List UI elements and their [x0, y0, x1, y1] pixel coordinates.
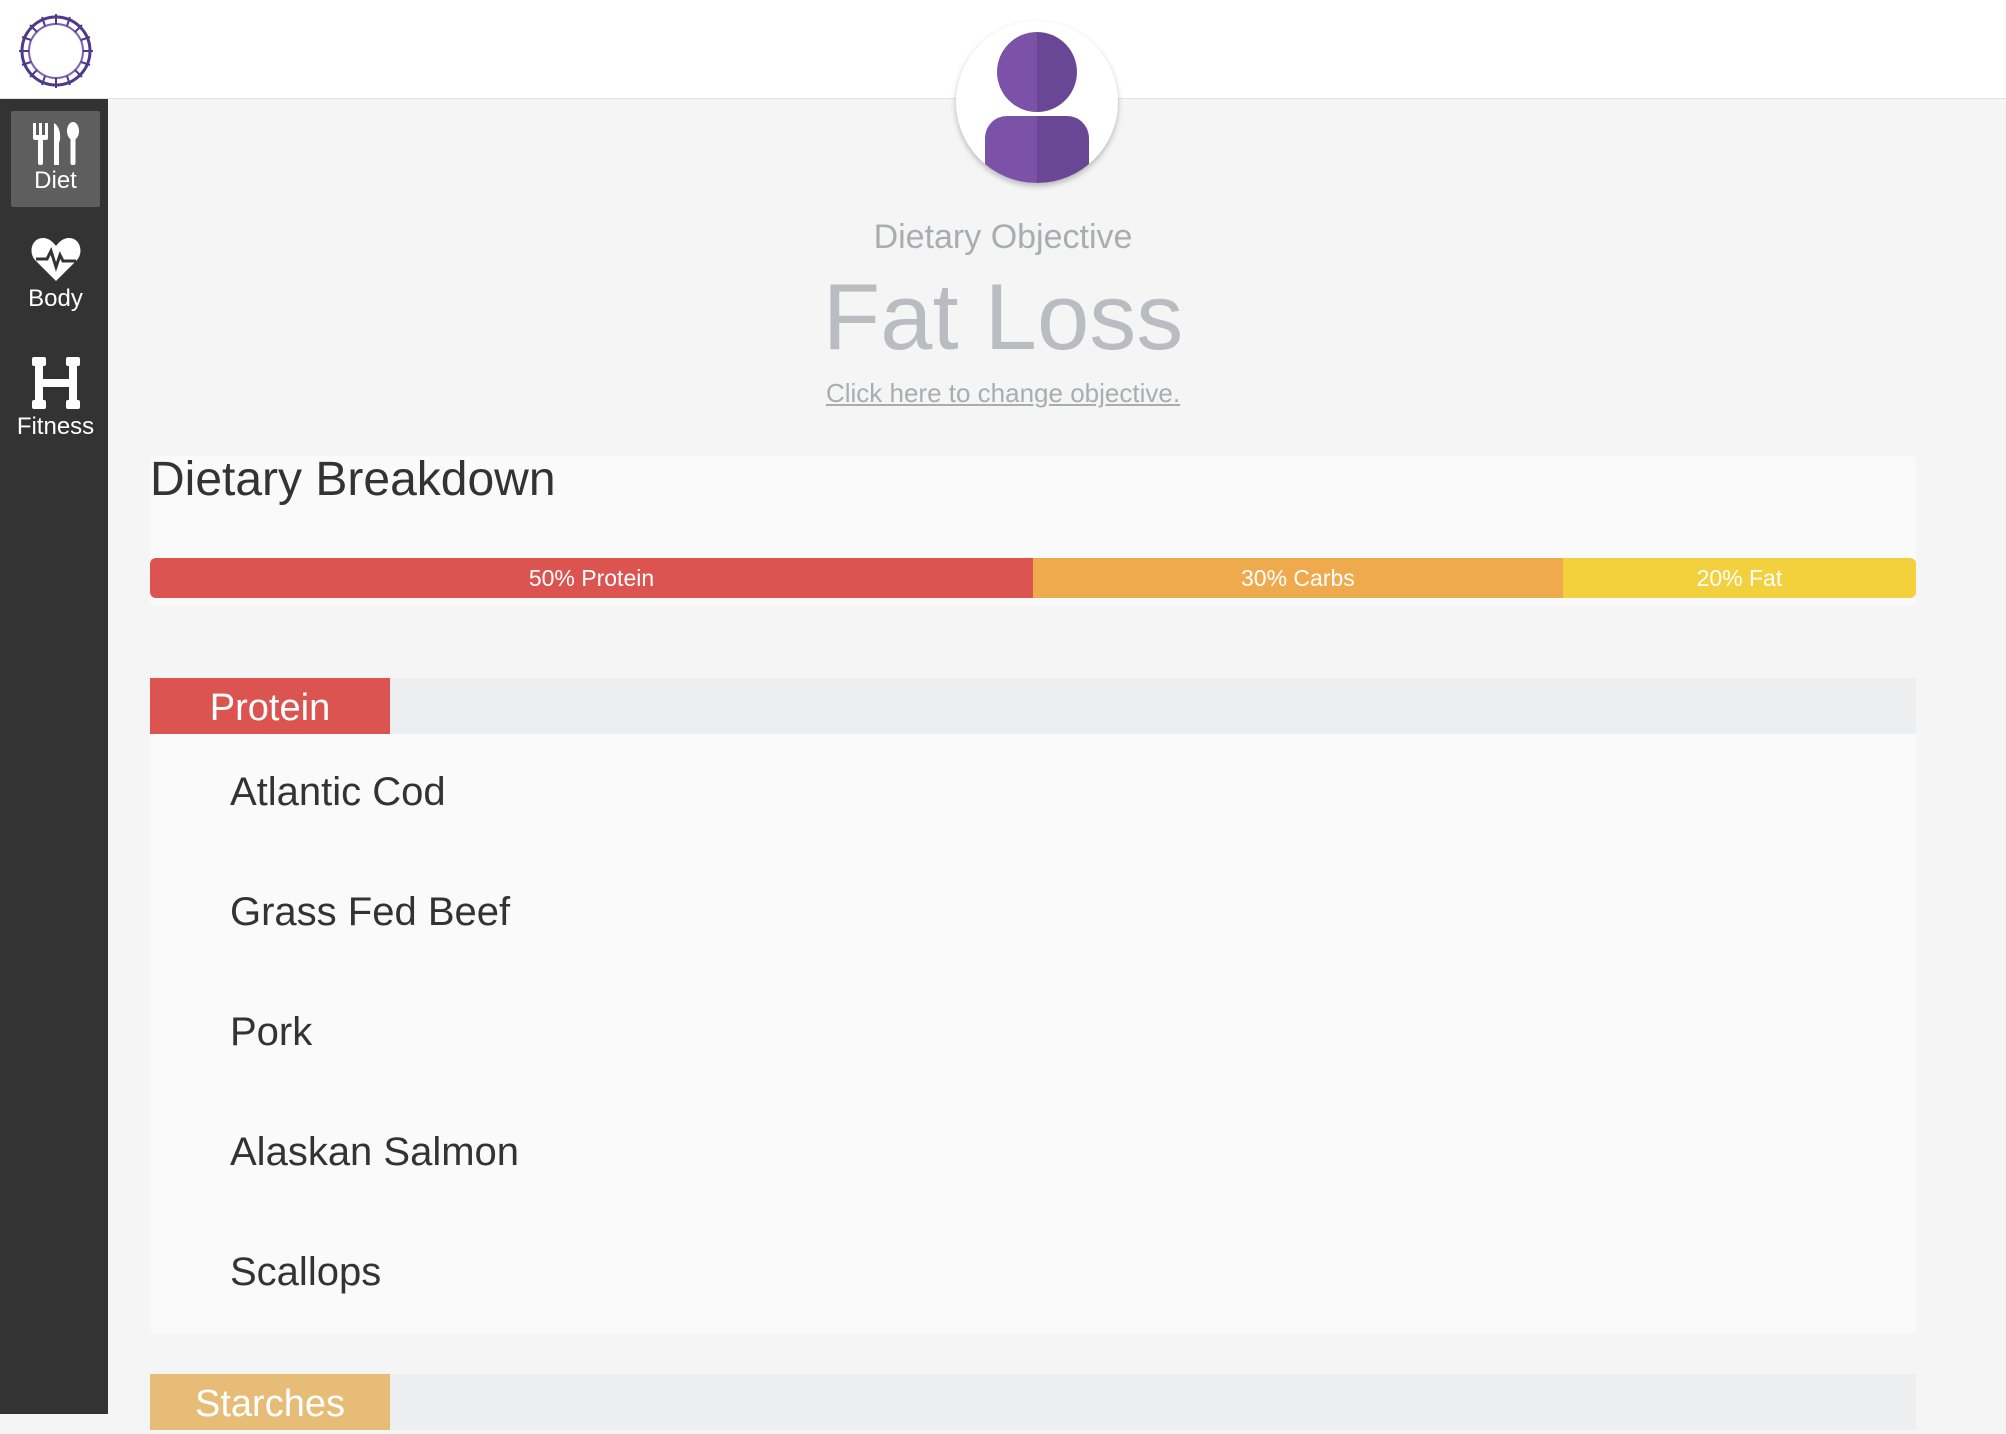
macro-segment-fat: 20% Fat: [1562, 558, 1916, 598]
sidebar-item-label: Fitness: [16, 413, 95, 440]
section-tab-protein[interactable]: Protein: [150, 678, 390, 734]
objective-title: Fat Loss: [822, 264, 1184, 369]
objective-subtitle: Dietary Objective: [873, 218, 1133, 256]
protein-section-header: Protein: [150, 678, 1916, 734]
macro-segment-carbs: 30% Carbs: [1033, 558, 1563, 598]
sidebar-item-diet[interactable]: Diet: [11, 111, 100, 207]
dna-ring-logo-icon[interactable]: [14, 9, 98, 93]
dietary-breakdown-title: Dietary Breakdown: [150, 453, 556, 506]
section-tab-starches[interactable]: Starches: [150, 1374, 390, 1430]
macro-segment-protein: 50% Protein: [150, 558, 1033, 598]
list-item[interactable]: Scallops: [230, 1250, 381, 1295]
macro-progress-bar: 50% Protein 30% Carbs 20% Fat: [150, 558, 1916, 598]
list-item[interactable]: Alaskan Salmon: [230, 1130, 519, 1175]
starches-section-header: Starches: [150, 1374, 1916, 1430]
fork-knife-spoon-icon: [30, 121, 82, 165]
list-item[interactable]: Grass Fed Beef: [230, 890, 510, 935]
change-objective-link[interactable]: Click here to change objective.: [0, 378, 2006, 409]
list-item[interactable]: Pork: [230, 1010, 312, 1055]
user-avatar[interactable]: [956, 21, 1118, 183]
list-item[interactable]: Atlantic Cod: [230, 770, 446, 815]
sidebar-item-label: Diet: [34, 167, 77, 194]
